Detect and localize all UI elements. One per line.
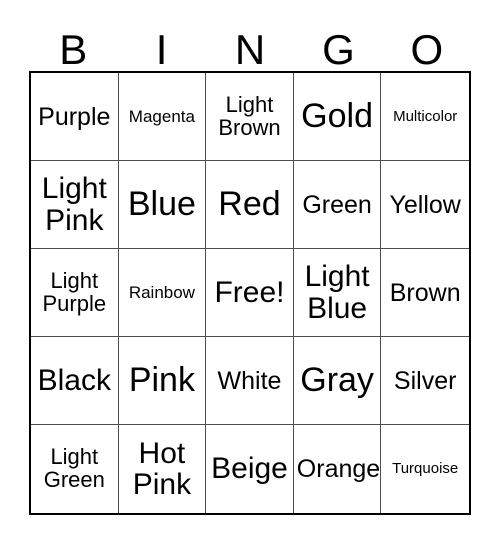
bingo-header-letter: B xyxy=(59,26,88,73)
bingo-header-letter: G xyxy=(322,26,355,73)
bingo-cell[interactable]: Hot Pink xyxy=(118,425,207,513)
bingo-cell[interactable]: Gray xyxy=(293,337,382,425)
bingo-cell[interactable]: Light Green xyxy=(31,425,119,513)
bingo-header-letter: O xyxy=(410,26,444,73)
bingo-header-column-o: O xyxy=(383,14,471,71)
bingo-cell[interactable]: Purple xyxy=(31,73,119,161)
bingo-cell[interactable]: Red xyxy=(206,161,294,249)
bingo-cell-label: Magenta xyxy=(128,106,195,126)
bingo-cell-label: White xyxy=(217,366,282,395)
bingo-cell-label: Light Brown xyxy=(218,91,281,140)
bingo-cell-label: Turquoise xyxy=(392,460,459,478)
bingo-card: B I N G O Purple Magenta Light Brown Gol… xyxy=(0,0,500,544)
bingo-header-column-i: I xyxy=(117,14,205,71)
bingo-cell[interactable]: Beige xyxy=(206,425,294,513)
bingo-cell-free-space[interactable]: Free! xyxy=(206,249,294,337)
bingo-cell-label: Light Purple xyxy=(42,267,107,316)
bingo-cell[interactable]: Multicolor xyxy=(381,73,469,161)
bingo-header-row: B I N G O xyxy=(29,14,471,71)
bingo-cell[interactable]: Light Pink xyxy=(31,161,119,249)
bingo-cell-label: Purple xyxy=(38,102,111,131)
bingo-cell-label: Green xyxy=(302,190,372,219)
bingo-cell-label: Pink xyxy=(128,360,195,399)
bingo-cell[interactable]: Green xyxy=(293,161,382,249)
bingo-cell-label: Gray xyxy=(300,360,374,399)
bingo-cell-label: Silver xyxy=(393,366,457,395)
bingo-cell-label: Light Green xyxy=(43,444,105,492)
bingo-header-letter: N xyxy=(234,26,266,73)
bingo-grid: Purple Magenta Light Brown Gold Multicol… xyxy=(29,71,471,515)
bingo-cell-label: Red xyxy=(218,184,281,223)
bingo-cell[interactable]: Orange xyxy=(293,425,382,513)
bingo-cell-label: Yellow xyxy=(389,190,461,219)
bingo-cell-label: Light Pink xyxy=(41,172,107,237)
bingo-header-column-g: G xyxy=(294,14,382,71)
bingo-header-column-n: N xyxy=(206,14,294,71)
bingo-cell-label: Black xyxy=(37,363,111,397)
bingo-cell[interactable]: White xyxy=(206,337,294,425)
bingo-cell[interactable]: Black xyxy=(31,337,119,425)
bingo-cell[interactable]: Rainbow xyxy=(118,249,207,337)
bingo-cell[interactable]: Brown xyxy=(381,249,469,337)
bingo-cell[interactable]: Silver xyxy=(381,337,469,425)
bingo-cell[interactable]: Yellow xyxy=(381,161,469,249)
bingo-cell[interactable]: Pink xyxy=(118,337,207,425)
bingo-cell[interactable]: Magenta xyxy=(118,73,207,161)
bingo-cell[interactable]: Gold xyxy=(293,73,382,161)
bingo-cell-label: Hot Pink xyxy=(132,436,192,501)
bingo-cell[interactable]: Light Purple xyxy=(31,249,119,337)
bingo-cell[interactable]: Turquoise xyxy=(381,425,469,513)
bingo-cell[interactable]: Light Brown xyxy=(206,73,294,161)
bingo-header-column-b: B xyxy=(29,14,117,71)
bingo-cell-label: Beige xyxy=(211,452,288,486)
bingo-cell-label: Brown xyxy=(389,278,461,307)
bingo-cell-label: Orange xyxy=(296,455,381,483)
bingo-cell-label: Rainbow xyxy=(128,282,195,302)
bingo-cell[interactable]: Blue xyxy=(118,161,207,249)
bingo-cell-label: Blue xyxy=(127,184,196,223)
bingo-cell-label: Free! xyxy=(214,275,285,309)
bingo-cell-label: Light Blue xyxy=(304,260,370,325)
bingo-cell[interactable]: Light Blue xyxy=(293,249,382,337)
bingo-header-letter: I xyxy=(155,26,168,73)
bingo-cell-label: Gold xyxy=(301,96,373,135)
bingo-cell-label: Multicolor xyxy=(393,107,458,125)
